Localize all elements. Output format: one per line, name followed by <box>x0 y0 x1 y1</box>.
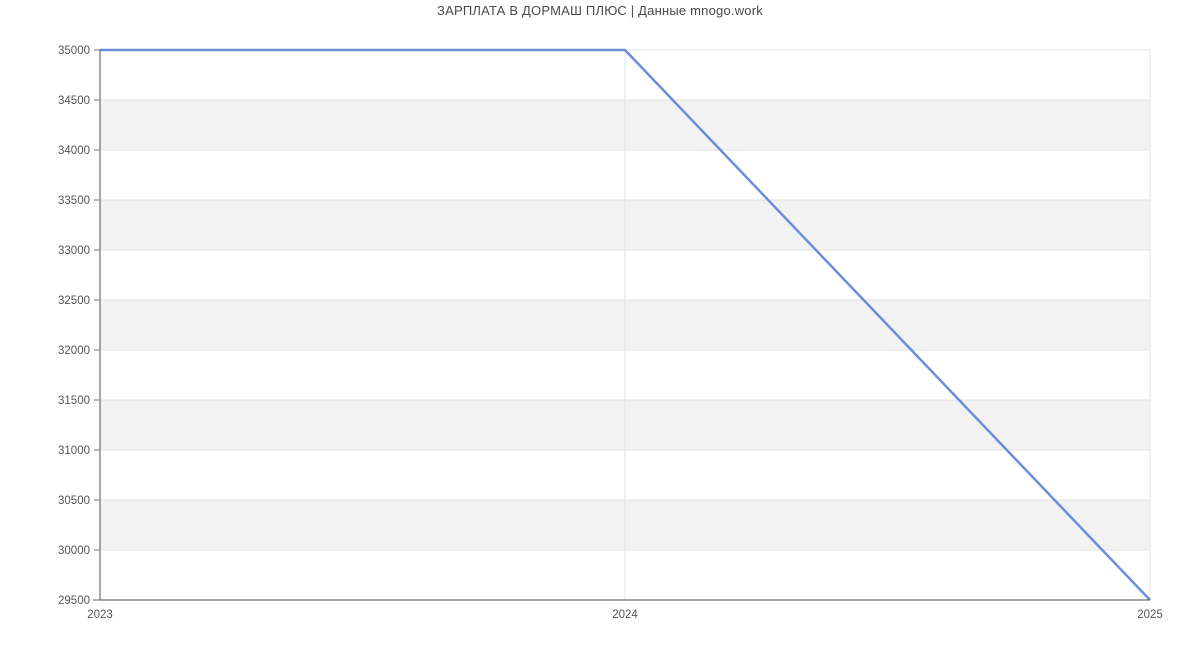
salary-chart: ЗАРПЛАТА В ДОРМАШ ПЛЮС | Данные mnogo.wo… <box>0 0 1200 650</box>
y-tick-label: 33000 <box>58 245 90 257</box>
y-tick-label: 33500 <box>58 195 90 207</box>
x-tick-label: 2024 <box>612 609 638 621</box>
y-tick-label: 35000 <box>58 45 90 57</box>
y-tick-label: 32000 <box>58 345 90 357</box>
chart-canvas: 29500 30000 30500 31000 31500 32000 32500 33000… <box>58 45 1163 621</box>
y-tick-label: 31500 <box>58 395 90 407</box>
x-tick-label: 2025 <box>1137 609 1163 621</box>
y-tick-label: 31000 <box>58 445 90 457</box>
y-tick-label: 34500 <box>58 95 90 107</box>
y-tick-label: 30000 <box>58 545 90 557</box>
y-tick-label: 29500 <box>58 595 90 607</box>
y-tick-label: 34000 <box>58 145 90 157</box>
y-tick-label: 30500 <box>58 495 90 507</box>
y-tick-label: 32500 <box>58 295 90 307</box>
x-tick-label: 2023 <box>87 609 113 621</box>
